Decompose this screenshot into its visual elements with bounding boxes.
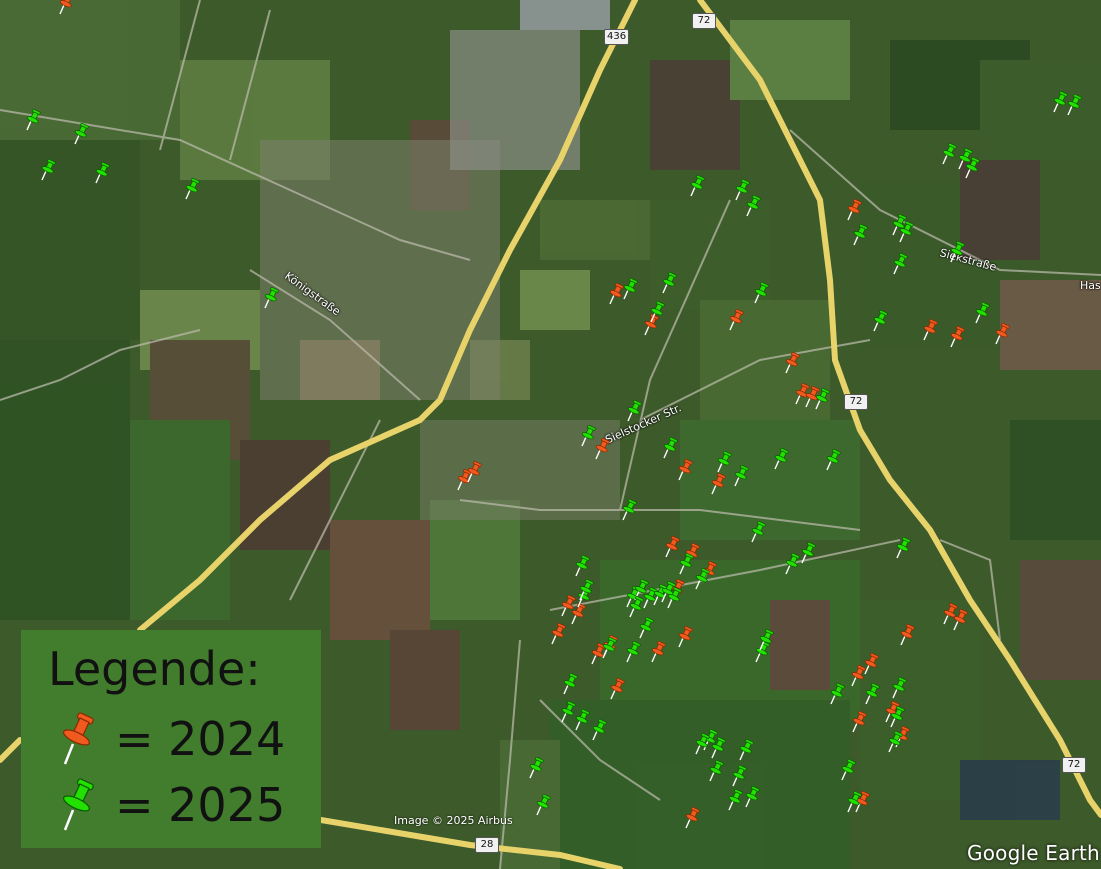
pin-2025-14[interactable] <box>1067 93 1083 116</box>
pin-2025-22[interactable] <box>650 300 666 323</box>
pin-2025-7[interactable] <box>690 174 706 197</box>
pin-2025-72[interactable] <box>841 758 857 781</box>
pin-2025-34[interactable] <box>622 498 638 521</box>
pin-2024-14[interactable] <box>467 460 483 483</box>
pin-2025-29[interactable] <box>663 436 679 459</box>
pin-2025-8[interactable] <box>735 178 751 201</box>
pin-2025-69[interactable] <box>709 759 725 782</box>
google-earth-logo: Google Earth <box>967 841 1100 865</box>
satellite-map[interactable]: 436 72 72 72 28 Königstraße Sielstocker … <box>0 0 1101 869</box>
pin-2025-70[interactable] <box>732 764 748 787</box>
orange-pushpin-icon <box>63 712 94 765</box>
pin-2024-35[interactable] <box>852 710 868 733</box>
pin-2024-7[interactable] <box>923 318 939 341</box>
pin-2025-28[interactable] <box>581 424 597 447</box>
pin-2025-73[interactable] <box>745 785 761 808</box>
pin-2025-2[interactable] <box>74 122 90 145</box>
pin-2025-18[interactable] <box>893 252 909 275</box>
legend-label-2025: = 2025 <box>115 778 286 832</box>
pin-2025-23[interactable] <box>754 281 770 304</box>
pin-2025-59[interactable] <box>592 718 608 741</box>
pin-2024-28[interactable] <box>610 677 626 700</box>
pin-2025-71[interactable] <box>529 756 545 779</box>
pin-2024-1[interactable] <box>59 0 75 15</box>
pin-2024-27[interactable] <box>678 625 694 648</box>
legend-title: Legende: <box>48 642 261 696</box>
pin-2025-39[interactable] <box>801 541 817 564</box>
pin-2025-25[interactable] <box>975 301 991 324</box>
pin-2024-18[interactable] <box>665 535 681 558</box>
pin-2025-21[interactable] <box>662 271 678 294</box>
pin-2025-1[interactable] <box>26 108 42 131</box>
pin-2025-6[interactable] <box>264 286 280 309</box>
pin-2024-32[interactable] <box>864 652 880 675</box>
pin-2025-56[interactable] <box>563 672 579 695</box>
legend-item-2024: = 2024 <box>51 710 311 770</box>
pin-2025-13[interactable] <box>1053 90 1069 113</box>
pin-2025-60[interactable] <box>830 682 846 705</box>
legend-item-2025: = 2025 <box>51 776 311 836</box>
pin-2025-35[interactable] <box>751 520 767 543</box>
pin-2024-31[interactable] <box>900 623 916 646</box>
pin-2024-6[interactable] <box>785 351 801 374</box>
pin-2025-37[interactable] <box>575 554 591 577</box>
pin-2025-74[interactable] <box>728 788 744 811</box>
pin-2024-26[interactable] <box>651 640 667 663</box>
legend: Legende: = 2024 = 2025 <box>21 630 321 848</box>
pin-2024-9[interactable] <box>995 322 1011 345</box>
pin-2025-40[interactable] <box>785 552 801 575</box>
pin-2025-76[interactable] <box>536 793 552 816</box>
pin-2025-68[interactable] <box>739 738 755 761</box>
pin-2024-15[interactable] <box>678 458 694 481</box>
pin-2025-52[interactable] <box>626 640 642 663</box>
pin-2024-2[interactable] <box>847 198 863 221</box>
pin-2025-57[interactable] <box>561 700 577 723</box>
pin-2025-58[interactable] <box>575 708 591 731</box>
green-pushpin-icon <box>63 778 94 831</box>
pin-2025-24[interactable] <box>873 309 889 332</box>
pin-2025-19[interactable] <box>950 240 966 263</box>
pin-2025-9[interactable] <box>746 194 762 217</box>
pin-2025-27[interactable] <box>627 399 643 422</box>
pin-2025-32[interactable] <box>717 450 733 473</box>
pin-2024-3[interactable] <box>609 282 625 305</box>
pin-2025-62[interactable] <box>892 676 908 699</box>
pin-2024-23[interactable] <box>551 622 567 645</box>
pin-2025-5[interactable] <box>185 177 201 200</box>
pin-2025-4[interactable] <box>95 161 111 184</box>
pin-2025-10[interactable] <box>942 142 958 165</box>
pin-2024-12[interactable] <box>595 437 611 460</box>
pin-2025-36[interactable] <box>896 536 912 559</box>
pin-2025-33[interactable] <box>734 464 750 487</box>
image-attribution: Image © 2025 Airbus <box>394 814 513 827</box>
pin-2025-61[interactable] <box>865 682 881 705</box>
pin-2024-8[interactable] <box>950 325 966 348</box>
legend-label-2024: = 2024 <box>115 712 286 766</box>
pin-2025-31[interactable] <box>826 448 842 471</box>
pin-2024-4[interactable] <box>644 313 660 336</box>
pin-2024-30[interactable] <box>953 608 969 631</box>
pin-2024-5[interactable] <box>729 308 745 331</box>
pin-2024-33[interactable] <box>851 664 867 687</box>
pin-2025-3[interactable] <box>41 158 57 181</box>
pin-2025-30[interactable] <box>774 447 790 470</box>
pin-2025-15[interactable] <box>853 223 869 246</box>
pin-2025-20[interactable] <box>623 277 639 300</box>
pin-2025-53[interactable] <box>639 616 655 639</box>
pin-2024-16[interactable] <box>711 472 727 495</box>
pin-2024-37[interactable] <box>685 806 701 829</box>
